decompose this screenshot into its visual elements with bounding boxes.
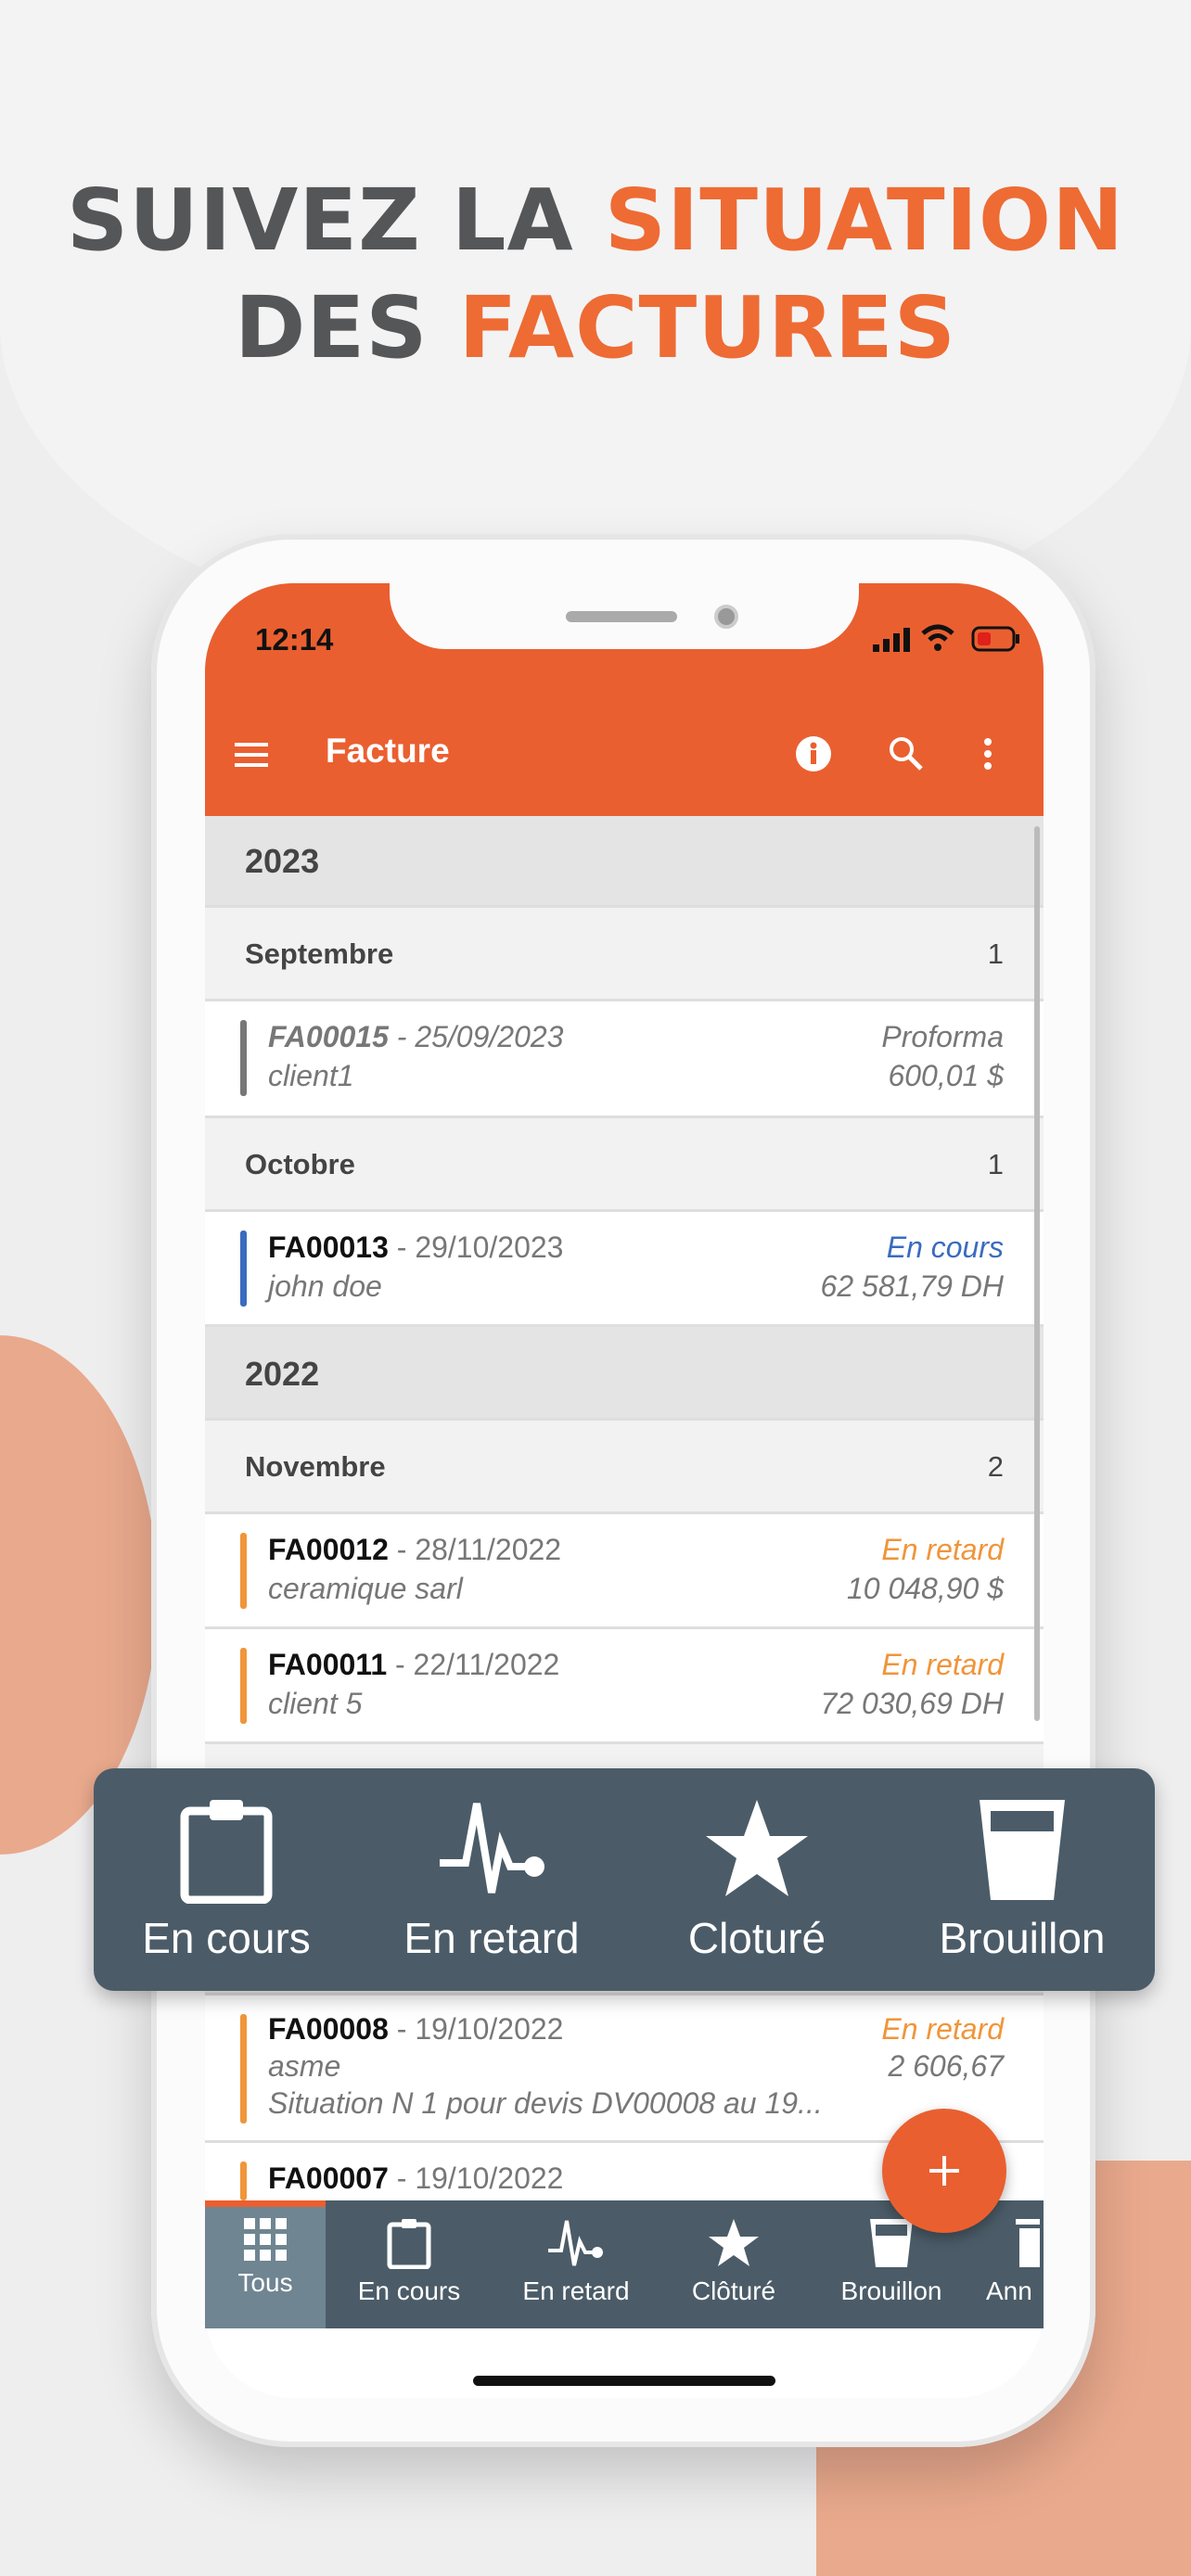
legend-cloture: Cloturé — [624, 1768, 890, 1991]
battery-icon — [971, 626, 1019, 652]
search-icon[interactable] — [888, 735, 925, 772]
home-indicator — [473, 2376, 775, 2386]
appbar-title: Facture — [326, 732, 450, 770]
nav-cloture[interactable]: Clôturé — [660, 2200, 808, 2328]
info-icon[interactable] — [795, 735, 832, 772]
month-header-octobre[interactable]: Octobre 1 — [205, 1118, 1044, 1212]
invoice-row-fa00015[interactable]: FA00015 - 25/09/2023 client1 Proforma 60… — [205, 1001, 1044, 1118]
signal-icon — [873, 628, 910, 652]
invoice-row-fa00011[interactable]: FA00011 - 22/11/2022 client 5 En retard … — [205, 1629, 1044, 1744]
scrollbar[interactable] — [1034, 826, 1040, 1721]
headline-line1: SUIVEZ LA SITUATION — [66, 171, 1125, 270]
status-time: 12:14 — [255, 622, 334, 657]
year-header-2022: 2022 — [205, 1327, 1044, 1421]
invoice-row-fa00013[interactable]: FA00013 - 29/10/2023 john doe En cours 6… — [205, 1212, 1044, 1327]
pulse-icon — [548, 2220, 603, 2266]
star-icon — [709, 2219, 759, 2266]
grid-icon — [244, 2218, 287, 2261]
nav-tous[interactable]: Tous — [205, 2200, 326, 2328]
invoice-row-fa00012[interactable]: FA00012 - 28/11/2022 ceramique sarl En r… — [205, 1514, 1044, 1629]
headline-line2: DES FACTURES — [235, 278, 956, 377]
add-invoice-button[interactable] — [882, 2109, 1006, 2233]
trash-icon — [1016, 2219, 1040, 2267]
nav-en-cours[interactable]: En cours — [326, 2200, 493, 2328]
legend-en-retard: En retard — [359, 1768, 624, 1991]
nav-en-retard[interactable]: En retard — [493, 2200, 660, 2328]
year-header-2023: 2023 — [205, 816, 1044, 908]
status-legend-banner: En cours En retard Cloturé Brouillon — [94, 1768, 1155, 1991]
clipboard-icon — [180, 1800, 273, 1904]
menu-icon[interactable] — [235, 741, 270, 769]
plus-icon — [929, 2156, 959, 2186]
legend-en-cours: En cours — [94, 1768, 359, 1991]
clipboard-icon — [387, 2219, 431, 2269]
more-vert-icon[interactable] — [982, 737, 993, 771]
glass-icon — [980, 1800, 1065, 1900]
star-icon — [706, 1800, 808, 1896]
legend-brouillon: Brouillon — [890, 1768, 1155, 1991]
month-header-novembre[interactable]: Novembre 2 — [205, 1421, 1044, 1514]
notch — [390, 583, 859, 649]
pulse-icon — [440, 1803, 544, 1894]
wifi-icon — [921, 624, 954, 651]
month-header-septembre[interactable]: Septembre 1 — [205, 908, 1044, 1001]
